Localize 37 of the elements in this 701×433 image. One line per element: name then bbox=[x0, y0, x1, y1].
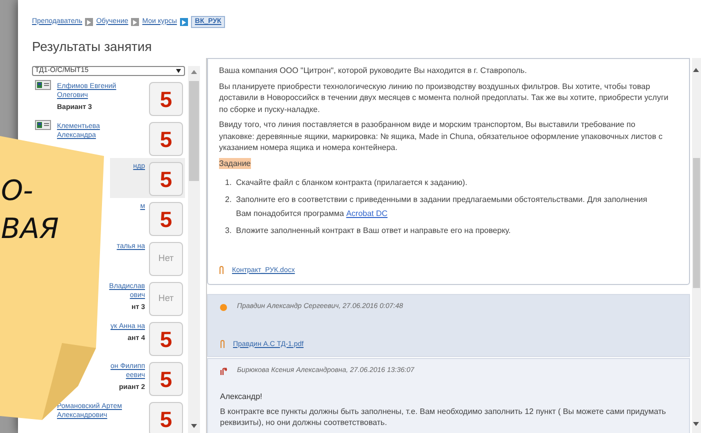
scroll-up-icon[interactable] bbox=[191, 70, 197, 74]
page-title: Результаты занятия bbox=[32, 38, 152, 56]
task-paragraph: Ваша компания ООО "Цитрон", которой руководите Вы находится в г. Ставрополь. bbox=[219, 65, 528, 76]
note-text: О- bbox=[1, 176, 34, 206]
step-number: 1. bbox=[225, 177, 233, 189]
content-scrollbar[interactable] bbox=[692, 58, 701, 433]
grade-button[interactable]: 5 bbox=[149, 402, 183, 433]
scroll-thumb[interactable] bbox=[189, 81, 199, 181]
grade-button[interactable]: 5 bbox=[149, 162, 183, 196]
grade-button[interactable]: 5 bbox=[149, 122, 183, 156]
program-link[interactable]: Acrobat DC bbox=[346, 209, 388, 218]
comment-text: В контракте все пункты должны быть заполнены, т.е. Вам необходимо заполнить 12 пункт ( Вы можете сами придумать реквизиты), но они должны соответствовать. bbox=[220, 406, 667, 428]
scroll-down-icon[interactable] bbox=[191, 424, 197, 428]
scroll-thumb[interactable] bbox=[693, 158, 700, 288]
step-text: Заполните его в соответствии с приведенными в задании предлагаемыми обстоятельствами. Для заполнения Вам понадобится программа Acrobat DC bbox=[236, 194, 648, 220]
paperclip-icon bbox=[219, 266, 224, 275]
scroll-up-icon[interactable] bbox=[693, 68, 699, 72]
scroll-down-icon[interactable] bbox=[693, 422, 699, 426]
grade-button[interactable]: 5 bbox=[149, 322, 183, 356]
grade-button[interactable]: 5 bbox=[149, 202, 183, 236]
grade-button[interactable]: 5 bbox=[149, 362, 183, 396]
step-text: Вложите заполненный контракт в Ваш ответ и направьте его на проверку. bbox=[236, 225, 512, 237]
dropdown-caret-icon bbox=[176, 67, 181, 75]
task-paragraph: Ввиду того, что линия поставляется в разобранном виде и морским транспортом, Вы выставили требование по упаковке: деревянные ящики, маркировка: № ящика, Made in Chuna, обязательное оформление упаковочных листов с указанием номера ящика и номера контейнера. bbox=[219, 119, 664, 154]
note-text: ВАЯ bbox=[1, 214, 59, 244]
separator-icon bbox=[85, 18, 94, 26]
task-heading: Задание bbox=[219, 158, 251, 169]
step-text: Скачайте файл с бланком контракта (прилагается к заданию). bbox=[236, 177, 468, 189]
comment-greeting: Александр! bbox=[220, 390, 262, 402]
task-paragraph: Вы планируете приобрести технологическую линию по производству воздушных фильтров. Вы хотите, чтобы товар доставили в Новороссийск в течении двух месяцев с момента полной предоплаты. Так же вы хотите, приобрести услуги по сборке и пуску-наладке. bbox=[219, 80, 670, 115]
paperclip-icon bbox=[220, 340, 225, 350]
reply-arrow-icon bbox=[220, 367, 227, 376]
separator-icon bbox=[131, 18, 140, 26]
list-scrollbar[interactable] bbox=[188, 66, 200, 433]
grade-button[interactable]: 5 bbox=[149, 82, 183, 116]
step-number: 3. bbox=[225, 225, 233, 237]
step-number: 2. bbox=[225, 194, 233, 206]
